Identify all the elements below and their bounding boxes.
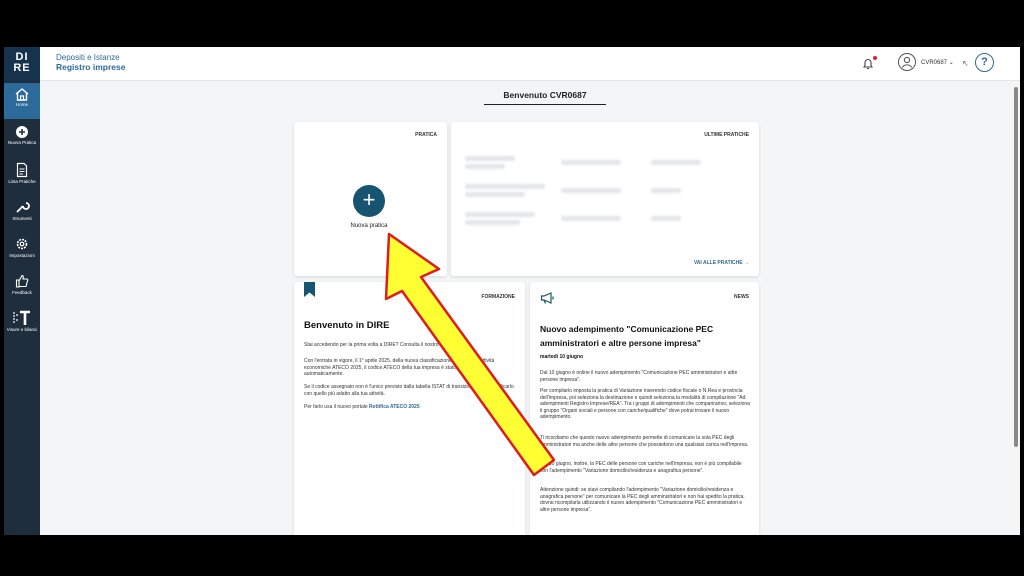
blurred-row <box>465 220 520 225</box>
header-subtitle: Depositi e Istanze <box>56 53 120 62</box>
blurred-row <box>561 216 621 221</box>
news-label: NEWS <box>734 294 749 300</box>
t-grid-icon <box>13 310 30 325</box>
news-title: Nuovo adempimento "Comunicazione PEC amm… <box>540 322 750 350</box>
thumbs-up-icon <box>15 274 29 288</box>
video-frame: DI RE Home Nuova Pratica Lista Pratiche … <box>0 0 1024 576</box>
blurred-row <box>651 160 701 165</box>
formazione-paragraph-2: Con l'entrata in vigore, il 1° aprile 20… <box>304 358 495 377</box>
sidebar-item-label: Lista Pratiche <box>8 179 36 184</box>
nuova-pratica-button[interactable]: + <box>353 185 385 217</box>
formazione-paragraph-4: Per farlo usa il nuovo portale Rettifica… <box>304 404 514 411</box>
user-name: CVR0687 <box>921 60 948 66</box>
mouse-cursor-icon: ↖ <box>962 59 969 68</box>
blurred-row <box>561 188 621 193</box>
blurred-row <box>465 212 535 217</box>
sidebar-item-label: Nuova Pratica <box>7 140 37 145</box>
header-title[interactable]: Registro imprese <box>56 62 125 72</box>
news-paragraph-5: Attenzione quindi: se stavi compilando l… <box>540 487 745 513</box>
gear-icon <box>16 238 28 250</box>
app-screen: DI RE Home Nuova Pratica Lista Pratiche … <box>4 47 1020 535</box>
news-paragraph-3: Ti ricordiamo che questo nuovo adempimen… <box>540 435 749 448</box>
pratica-card: PRATICA + Nuova pratica <box>294 122 447 276</box>
sidebar-item-home[interactable]: Home <box>4 83 40 119</box>
sidebar-item-label: Home <box>15 102 28 107</box>
ultime-pratiche-card: ULTIME PRATICHE VAI ALLE PRATICHE → <box>451 122 759 276</box>
vai-alle-pratiche-link[interactable]: VAI ALLE PRATICHE → <box>694 260 749 266</box>
news-title-line-1: Nuovo adempimento "Comunicazione PEC <box>540 324 714 334</box>
blurred-row <box>465 164 505 169</box>
megaphone-icon <box>540 292 554 304</box>
news-title-line-2: amministratori e altre persone impresa" <box>540 338 701 348</box>
formazione-card: FORMAZIONE Benvenuto in DIRE Stai accede… <box>294 282 525 535</box>
page-scrollbar[interactable] <box>1014 87 1018 447</box>
blurred-row <box>465 156 515 161</box>
sidebar-item-feedback[interactable]: Feedback <box>4 269 40 305</box>
formazione-title: Benvenuto in DIRE <box>304 320 390 331</box>
sidebar: DI RE Home Nuova Pratica Lista Pratiche … <box>4 47 40 535</box>
blurred-row <box>465 184 545 189</box>
formazione-paragraph-1: Stai accedendo per la prima volta a DIRE… <box>304 342 514 349</box>
news-paragraph-4: Dal 10 giugno, inoltre, la PEC delle per… <box>540 461 742 474</box>
user-menu[interactable]: CVR0687 ⌄ <box>921 59 954 66</box>
chevron-down-icon: ⌄ <box>948 60 954 66</box>
sidebar-item-visure-bilanci[interactable]: Visure e bilanci <box>4 306 40 342</box>
blurred-row <box>465 192 525 197</box>
formazione-p1-text: Stai accedendo per la prima volta a DIRE… <box>304 342 440 348</box>
notification-dot <box>873 56 877 60</box>
dire-logo[interactable]: DI RE <box>4 47 40 81</box>
sidebar-item-lista-pratiche[interactable]: Lista Pratiche <box>4 158 40 194</box>
sidebar-item-label: Impostazioni <box>9 253 35 258</box>
sidebar-item-label: Feedback <box>12 290 32 295</box>
plus-circle-icon <box>16 126 28 138</box>
wrench-icon <box>16 202 30 213</box>
sidebar-item-label: Visure e bilanci <box>6 327 38 332</box>
tutorial-link[interactable]: tutorial <box>440 342 457 348</box>
pratica-card-label: PRATICA <box>415 132 437 138</box>
formazione-label: FORMAZIONE <box>481 294 515 300</box>
formazione-p4-text: Per farlo usa il nuovo portale <box>304 404 370 410</box>
formazione-paragraph-3: Se il codice assegnato non è l'unico pre… <box>304 384 514 397</box>
news-date: martedì 10 giugno <box>540 354 584 360</box>
home-icon <box>15 88 29 101</box>
blurred-row <box>651 216 681 221</box>
ultime-pratiche-label: ULTIME PRATICHE <box>704 132 749 138</box>
rettifica-ateco-link[interactable]: Rettifica ATECO 2025 <box>369 404 420 410</box>
user-avatar[interactable] <box>898 53 916 71</box>
news-paragraph-1: Dal 10 giugno è online il nuovo adempime… <box>540 370 738 383</box>
sidebar-item-impostazioni[interactable]: Impostazioni <box>4 232 40 268</box>
document-list-icon <box>16 162 28 178</box>
help-button[interactable]: ? <box>975 53 994 72</box>
sidebar-item-nuova-pratica[interactable]: Nuova Pratica <box>4 121 40 157</box>
top-header: Depositi e Istanze Registro imprese CVR0… <box>40 47 1020 81</box>
blurred-row <box>651 188 681 193</box>
news-paragraph-2: Per compilarlo imposta la pratica di Var… <box>540 388 750 420</box>
blurred-row <box>561 160 621 165</box>
logo-bottom: RE <box>13 62 31 74</box>
news-card: NEWS Nuovo adempimento "Comunicazione PE… <box>530 282 759 535</box>
sidebar-item-strumenti[interactable]: Strumenti <box>4 195 40 231</box>
user-icon <box>901 56 913 68</box>
bookmark-icon <box>304 282 315 297</box>
nuova-pratica-label[interactable]: Nuova pratica <box>334 223 404 229</box>
welcome-title: Benvenuto CVR0687 <box>484 90 606 105</box>
notification-bell-icon[interactable] <box>862 57 874 70</box>
sidebar-item-label: Strumenti <box>12 216 32 221</box>
